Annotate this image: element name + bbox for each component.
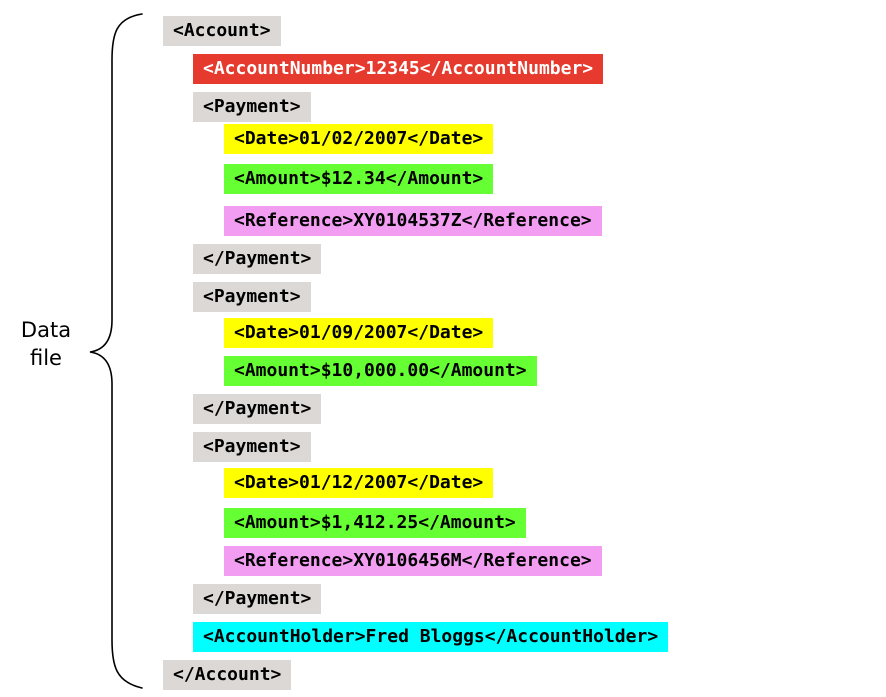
data-file-label: Data file	[8, 316, 84, 372]
account-close-tag: </Account>	[163, 660, 292, 690]
payment-3-open-tag: <Payment>	[193, 432, 311, 462]
payment-3-date-line: <Date>01/12/2007</Date>	[224, 468, 494, 498]
account-number-line: <AccountNumber>12345</AccountNumber>	[193, 54, 604, 84]
payment-1-date-line: <Date>01/02/2007</Date>	[224, 124, 494, 154]
payment-1-open-tag: <Payment>	[193, 92, 311, 122]
payment-3-close-tag: </Payment>	[193, 584, 322, 614]
data-file-diagram: Data file <Account> <AccountNumber>12345…	[0, 0, 886, 697]
payment-3-amount-line: <Amount>$1,412.25</Amount>	[224, 508, 526, 538]
payment-2-close-tag: </Payment>	[193, 394, 322, 424]
payment-1-reference-line: <Reference>XY0104537Z</Reference>	[224, 206, 602, 236]
curly-brace-icon	[89, 13, 143, 689]
data-file-label-line2: file	[30, 346, 62, 370]
payment-2-amount-line: <Amount>$10,000.00</Amount>	[224, 356, 537, 386]
payment-2-date-line: <Date>01/09/2007</Date>	[224, 318, 494, 348]
account-holder-line: <AccountHolder>Fred Bloggs</AccountHolde…	[193, 622, 669, 652]
payment-1-close-tag: </Payment>	[193, 244, 322, 274]
data-file-label-line1: Data	[20, 318, 72, 342]
account-open-tag: <Account>	[163, 16, 281, 46]
payment-3-reference-line: <Reference>XY0106456M</Reference>	[224, 546, 602, 576]
payment-2-open-tag: <Payment>	[193, 282, 311, 312]
payment-1-amount-line: <Amount>$12.34</Amount>	[224, 164, 494, 194]
